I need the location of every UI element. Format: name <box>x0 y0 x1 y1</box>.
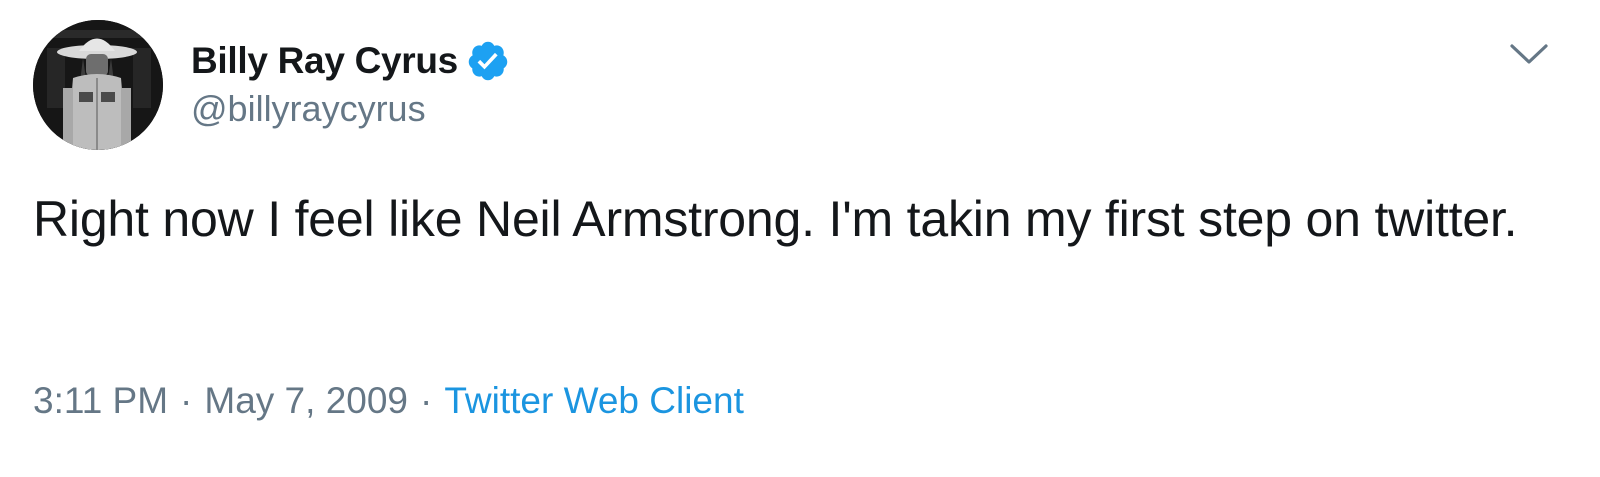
meta-separator: · <box>420 380 433 421</box>
chevron-down-icon[interactable] <box>1508 40 1550 70</box>
tweet-text: Right now I feel like Neil Armstrong. I'… <box>33 191 1518 247</box>
tweet-time[interactable]: 3:11 PM <box>33 380 168 421</box>
tweet-meta: 3:11 PM · May 7, 2009 · Twitter Web Client <box>33 380 744 422</box>
tweet-source-link[interactable]: Twitter Web Client <box>444 380 744 421</box>
tweet-card: Billy Ray Cyrus @billyraycyrus Right now… <box>0 0 1600 477</box>
display-name[interactable]: Billy Ray Cyrus <box>191 40 458 82</box>
meta-separator: · <box>180 380 193 421</box>
avatar[interactable] <box>33 20 163 150</box>
author-row: Billy Ray Cyrus <box>191 38 510 84</box>
verified-badge-icon <box>466 39 510 83</box>
user-handle[interactable]: @billyraycyrus <box>191 88 426 130</box>
profile-photo <box>33 20 163 150</box>
tweet-date[interactable]: May 7, 2009 <box>204 380 408 421</box>
